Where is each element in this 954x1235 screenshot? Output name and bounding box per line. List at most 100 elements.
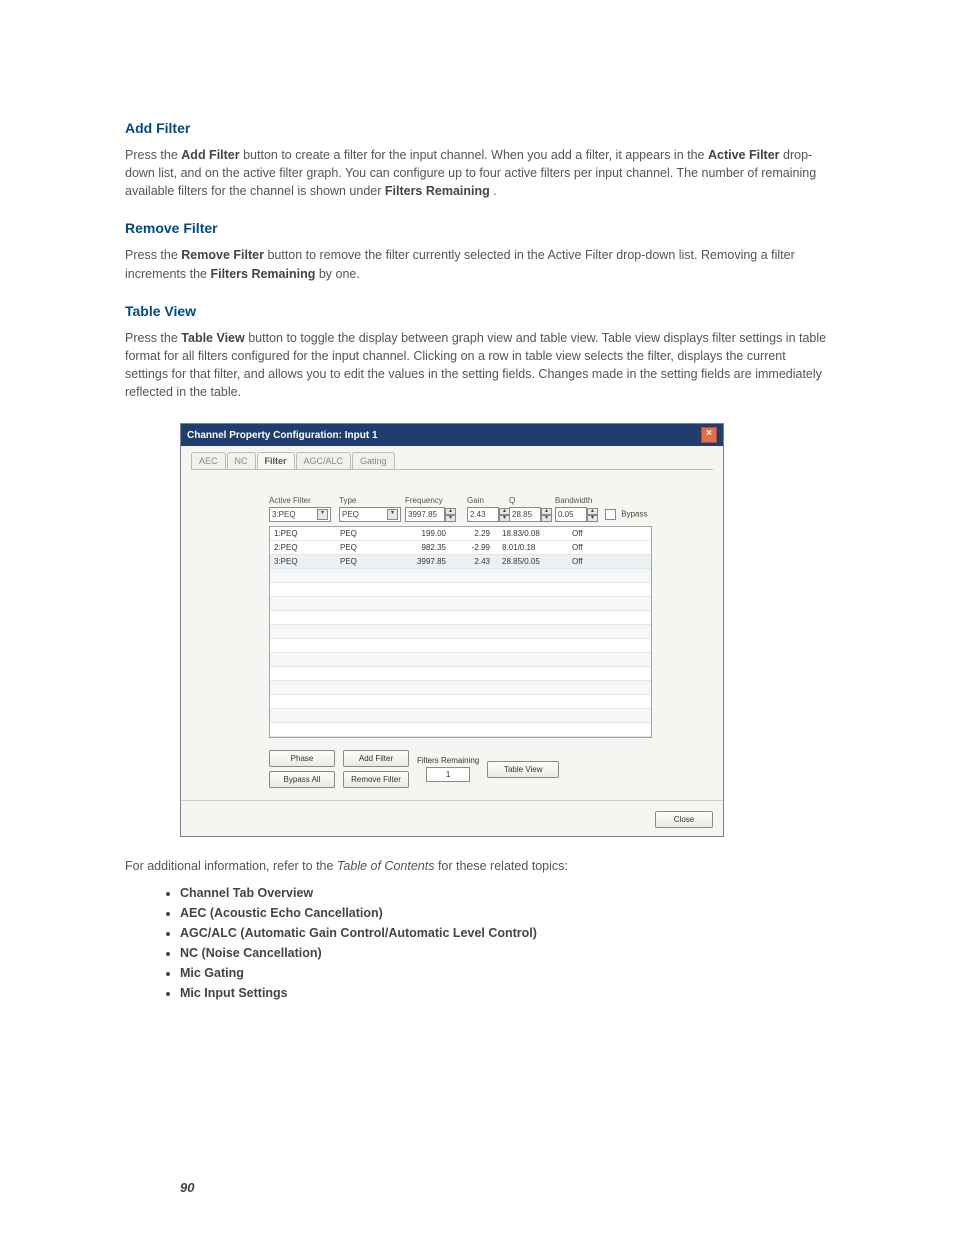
paragraph: Press the Add Filter button to create a … bbox=[125, 146, 829, 200]
list-item: Mic Input Settings bbox=[180, 983, 829, 1003]
label-q: Q bbox=[509, 496, 555, 505]
cell-q: 18.83/0.08 bbox=[498, 529, 568, 538]
filters-remaining-value: 1 bbox=[426, 767, 470, 782]
text: Press the bbox=[125, 331, 181, 345]
page-number: 90 bbox=[180, 1180, 194, 1195]
frequency-stepper[interactable]: 3997.85 ▴▾ bbox=[405, 507, 456, 522]
close-icon[interactable]: × bbox=[701, 427, 717, 443]
cell-freq: 199.00 bbox=[394, 529, 454, 538]
table-row: . bbox=[270, 695, 651, 709]
phase-button[interactable]: Phase bbox=[269, 750, 335, 767]
q-stepper[interactable]: 28.85 ▴▾ bbox=[509, 507, 552, 522]
label-active-filter: Active Filter bbox=[269, 496, 339, 505]
text-bold: Active Filter bbox=[708, 148, 780, 162]
bottom-controls: Phase Bypass All Add Filter Remove Filte… bbox=[269, 750, 713, 788]
frequency-value[interactable]: 3997.85 bbox=[405, 507, 445, 522]
filters-remaining: Filters Remaining 1 bbox=[417, 756, 479, 782]
text: For additional information, refer to the bbox=[125, 859, 337, 873]
table-row: . bbox=[270, 583, 651, 597]
q-value[interactable]: 28.85 bbox=[509, 507, 541, 522]
heading-add-filter: Add Filter bbox=[125, 120, 829, 136]
text: . bbox=[493, 184, 496, 198]
topic: AEC (Acoustic Echo Cancellation) bbox=[180, 906, 383, 920]
cell-type: PEQ bbox=[336, 543, 394, 552]
topic: NC (Noise Cancellation) bbox=[180, 946, 322, 960]
cell-bypass: Off bbox=[568, 557, 608, 566]
text-bold: Filters Remaining bbox=[210, 267, 315, 281]
table-view-button[interactable]: Table View bbox=[487, 761, 559, 778]
text-italic: Table of Contents bbox=[337, 859, 435, 873]
cell-name: 2:PEQ bbox=[270, 543, 336, 552]
label-type: Type bbox=[339, 496, 405, 505]
footer-paragraph: For additional information, refer to the… bbox=[125, 859, 829, 873]
filters-remaining-label: Filters Remaining bbox=[417, 756, 479, 765]
table-row: . bbox=[270, 723, 651, 737]
document-page: Add Filter Press the Add Filter button t… bbox=[0, 0, 954, 1235]
type-dropdown[interactable]: PEQ ▾ bbox=[339, 507, 401, 522]
paragraph: Press the Table View button to toggle th… bbox=[125, 329, 829, 402]
list-item: AGC/ALC (Automatic Gain Control/Automati… bbox=[180, 923, 829, 943]
cell-bypass: Off bbox=[568, 529, 608, 538]
close-button[interactable]: Close bbox=[655, 811, 713, 828]
text: Press the bbox=[125, 248, 181, 262]
text-bold: Filters Remaining bbox=[385, 184, 490, 198]
window-title: Channel Property Configuration: Input 1 bbox=[187, 430, 378, 441]
table-row: . bbox=[270, 681, 651, 695]
related-topics: Channel Tab Overview AEC (Acoustic Echo … bbox=[125, 883, 829, 1003]
table-row[interactable]: 1:PEQ PEQ 199.00 2.29 18.83/0.08 Off bbox=[270, 527, 651, 541]
cell-q: 8.01/0.18 bbox=[498, 543, 568, 552]
spinner-up-icon[interactable]: ▴ bbox=[587, 508, 598, 515]
window-titlebar: Channel Property Configuration: Input 1 … bbox=[181, 424, 723, 446]
topic: Channel Tab Overview bbox=[180, 886, 313, 900]
text: for these related topics: bbox=[438, 859, 568, 873]
label-gain: Gain bbox=[467, 496, 509, 505]
table-row: . bbox=[270, 639, 651, 653]
cell-freq: 982.35 bbox=[394, 543, 454, 552]
bypass-checkbox[interactable] bbox=[605, 509, 616, 520]
chevron-down-icon: ▾ bbox=[387, 509, 398, 520]
bypass-all-button[interactable]: Bypass All bbox=[269, 771, 335, 788]
cell-gain: 2.43 bbox=[454, 557, 498, 566]
tab-filter[interactable]: Filter bbox=[257, 452, 295, 469]
tab-nc[interactable]: NC bbox=[227, 452, 256, 469]
remove-filter-button[interactable]: Remove Filter bbox=[343, 771, 409, 788]
heading-remove-filter: Remove Filter bbox=[125, 220, 829, 236]
label-frequency: Frequency bbox=[405, 496, 467, 505]
table-row: . bbox=[270, 569, 651, 583]
spinner-down-icon[interactable]: ▾ bbox=[587, 515, 598, 522]
spinner-up-icon[interactable]: ▴ bbox=[541, 508, 552, 515]
heading-table-view: Table View bbox=[125, 303, 829, 319]
list-item: NC (Noise Cancellation) bbox=[180, 943, 829, 963]
gain-stepper[interactable]: 2.43 ▴▾ bbox=[467, 507, 510, 522]
spinner-down-icon[interactable]: ▾ bbox=[541, 515, 552, 522]
table-row[interactable]: 3:PEQ PEQ 3997.85 2.43 28.85/0.05 Off bbox=[270, 555, 651, 569]
tab-agc-alc[interactable]: AGC/ALC bbox=[296, 452, 352, 469]
add-filter-button[interactable]: Add Filter bbox=[343, 750, 409, 767]
list-item: Mic Gating bbox=[180, 963, 829, 983]
bandwidth-value[interactable]: 0.05 bbox=[555, 507, 587, 522]
active-filter-value: 3:PEQ bbox=[272, 510, 296, 519]
table-row[interactable]: 2:PEQ PEQ 982.35 -2.99 8.01/0.18 Off bbox=[270, 541, 651, 555]
cell-name: 3:PEQ bbox=[270, 557, 336, 566]
spinner-down-icon[interactable]: ▾ bbox=[445, 515, 456, 522]
cell-type: PEQ bbox=[336, 529, 394, 538]
spinner-up-icon[interactable]: ▴ bbox=[445, 508, 456, 515]
channel-property-window: Channel Property Configuration: Input 1 … bbox=[180, 423, 724, 837]
topic: Mic Input Settings bbox=[180, 986, 288, 1000]
active-filter-dropdown[interactable]: 3:PEQ ▾ bbox=[269, 507, 331, 522]
cell-gain: 2.29 bbox=[454, 529, 498, 538]
type-value: PEQ bbox=[342, 510, 359, 519]
filter-controls: Active Filter Type Frequency Gain Q Band… bbox=[269, 496, 713, 522]
gain-value[interactable]: 2.43 bbox=[467, 507, 499, 522]
table-row: . bbox=[270, 625, 651, 639]
text-bold: Table View bbox=[181, 331, 244, 345]
cell-gain: -2.99 bbox=[454, 543, 498, 552]
text: button to create a filter for the input … bbox=[243, 148, 708, 162]
table-row: . bbox=[270, 597, 651, 611]
tab-aec[interactable]: AEC bbox=[191, 452, 226, 469]
chevron-down-icon: ▾ bbox=[317, 509, 328, 520]
tab-bar: AEC NC Filter AGC/ALC Gating bbox=[191, 452, 713, 470]
label-bandwidth: Bandwidth bbox=[555, 496, 605, 505]
tab-gating[interactable]: Gating bbox=[352, 452, 395, 469]
bandwidth-stepper[interactable]: 0.05 ▴▾ bbox=[555, 507, 598, 522]
